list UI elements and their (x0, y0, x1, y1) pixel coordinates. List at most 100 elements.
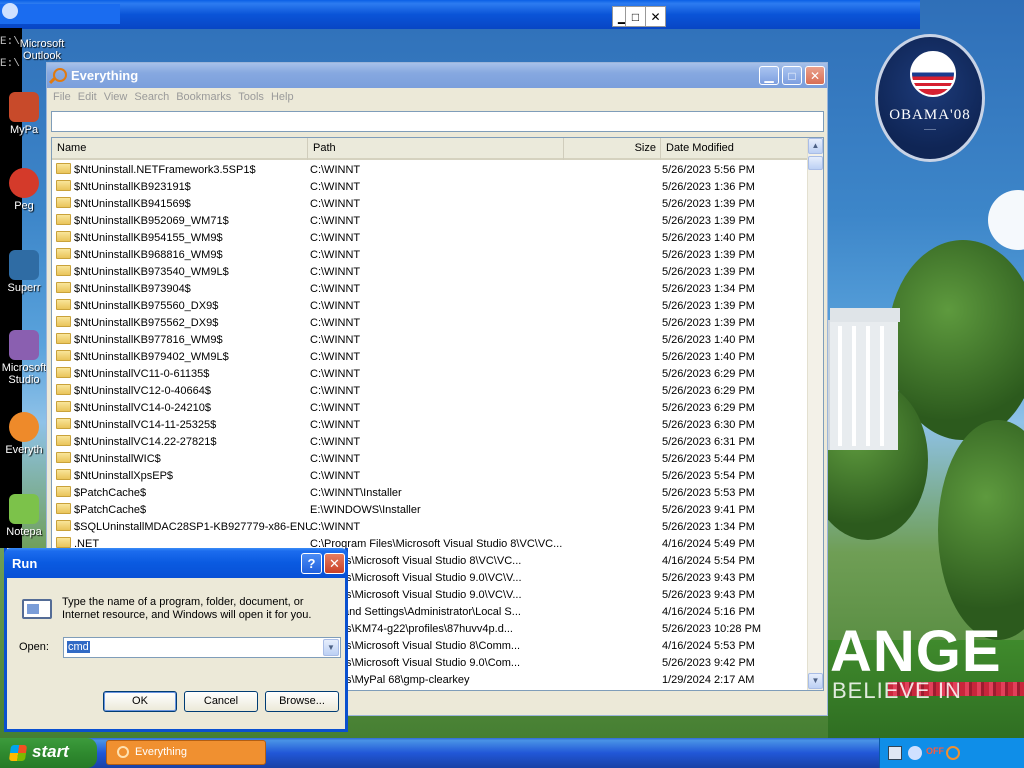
menu-file[interactable]: File (53, 88, 78, 108)
row-name-cell: $NtUninstallVC12-0-40664$ (56, 383, 311, 400)
table-row[interactable]: $NtUninstallVC12-0-40664$ C:\WINNT 5/26/20… (52, 383, 809, 400)
back-arrow-icon[interactable] (2, 3, 18, 19)
desktop-icon-visual-studio[interactable]: Microsoft Studio (0, 330, 48, 386)
table-row[interactable]: $NtUninstall.NETFramework3.5SP1$ C:\WINNT… (52, 162, 809, 179)
table-row[interactable]: $PatchCache$ E:\WINDOWS\Installer 5/26/202… (52, 502, 809, 519)
close-button[interactable]: ✕ (324, 553, 345, 574)
folder-icon (56, 469, 71, 480)
scroll-up-button[interactable]: ▲ (808, 138, 823, 154)
desktop-icon-everything[interactable]: Everyth (0, 412, 48, 456)
row-name: $NtUninstallXpsEP$ (74, 470, 174, 482)
menu-view[interactable]: View (104, 88, 135, 108)
back-arrow-icon[interactable] (908, 746, 922, 760)
table-row[interactable]: $NtUninstallKB941569$ C:\WINNT 5/26/2023 1… (52, 196, 809, 213)
column-header-name[interactable]: Name (52, 138, 308, 160)
everything-titlebar[interactable]: Everything ▁ □ ✕ (47, 63, 827, 88)
row-date-modified: 5/26/2023 5:53 PM (662, 487, 755, 499)
vertical-scrollbar[interactable]: ▲ ▼ (807, 138, 823, 690)
row-name: $NtUninstallKB975562_DX9$ (74, 317, 219, 329)
close-button[interactable]: ✕ (645, 6, 666, 27)
desktop-icon-pegasus[interactable]: Peg (0, 168, 48, 212)
table-row[interactable]: $NtUninstallKB979402_WM9L$ C:\WINNT 5/26/2… (52, 349, 809, 366)
close-button[interactable]: ✕ (805, 66, 825, 85)
table-row[interactable]: $NtUninstallKB975562_DX9$ C:\WINNT 5/26/20… (52, 315, 809, 332)
row-name-cell: $NtUninstallWIC$ (56, 451, 311, 468)
run-dialog-titlebar[interactable]: Run ? ✕ (4, 548, 348, 578)
maximize-button[interactable]: □ (625, 6, 646, 27)
open-combobox[interactable]: cmd ▼ (63, 637, 341, 658)
row-name-cell: $NtUninstallKB979402_WM9L$ (56, 349, 311, 366)
table-row[interactable]: $NtUninstallKB954155_WM9$ C:\WINNT 5/26/20… (52, 230, 809, 247)
table-row[interactable]: $NtUninstallVC14.22-27821$ C:\WINNT 5/26/2… (52, 434, 809, 451)
folder-icon (56, 401, 71, 412)
ok-button[interactable]: OK (103, 691, 177, 712)
cancel-button[interactable]: Cancel (184, 691, 258, 712)
windows-logo-icon (8, 745, 28, 761)
row-name: $PatchCache$ (74, 487, 147, 499)
table-row[interactable]: $NtUninstallXpsEP$ C:\WINNT 5/26/2023 5:54… (52, 468, 809, 485)
table-row[interactable]: $NtUninstallVC14-11-25325$ C:\WINNT 5/26/2… (52, 417, 809, 434)
row-name: $NtUninstallWIC$ (74, 453, 161, 465)
row-name: $NtUninstallVC11-0-61135$ (74, 368, 210, 380)
wallpaper-subheadline: BELIEVE IN (832, 678, 962, 703)
start-button[interactable]: start (0, 738, 97, 768)
browse-button[interactable]: Browse... (265, 691, 339, 712)
desktop-icon-label: MyPa (9, 124, 39, 136)
table-row[interactable]: $NtUninstallKB975560_DX9$ C:\WINNT 5/26/20… (52, 298, 809, 315)
maximize-button[interactable]: □ (782, 66, 802, 85)
row-name-cell: $NtUninstallKB975562_DX9$ (56, 315, 311, 332)
everything-search-icon[interactable] (946, 746, 960, 760)
row-date-modified: 5/26/2023 10:28 PM (662, 623, 762, 635)
desktop-icon-outlook[interactable]: Microsoft Outlook (18, 38, 66, 62)
tray-off-indicator[interactable]: OFF (926, 746, 944, 756)
menu-tools[interactable]: Tools (238, 88, 271, 108)
keyboard-icon[interactable] (888, 746, 902, 760)
run-dialog: Run ? ✕ Type the name of a program, fold… (4, 548, 348, 732)
search-input[interactable] (51, 111, 824, 132)
table-row[interactable]: $NtUninstallKB973904$ C:\WINNT 5/26/2023 1… (52, 281, 809, 298)
column-header-path[interactable]: Path (308, 138, 564, 160)
scroll-down-button[interactable]: ▼ (808, 673, 823, 689)
folder-icon (56, 333, 71, 344)
window-title: Everything (71, 68, 139, 83)
menu-edit[interactable]: Edit (78, 88, 104, 108)
background-window-title-area (0, 4, 120, 24)
table-row[interactable]: $NtUninstallVC11-0-61135$ C:\WINNT 5/26/20… (52, 366, 809, 383)
table-row[interactable]: $NtUninstallKB973540_WM9L$ C:\WINNT 5/26/2… (52, 264, 809, 281)
row-path: C:\WINNT (310, 402, 361, 414)
scrollbar-thumb[interactable] (808, 156, 823, 170)
table-row[interactable]: $NtUninstallKB977816_WM9$ C:\WINNT 5/26/20… (52, 332, 809, 349)
column-header-size[interactable]: Size (564, 138, 661, 160)
table-row[interactable]: $NtUninstallVC14-0-24210$ C:\WINNT 5/26/20… (52, 400, 809, 417)
menu-search[interactable]: Search (134, 88, 176, 108)
table-row[interactable]: $NtUninstallKB968816_WM9$ C:\WINNT 5/26/20… (52, 247, 809, 264)
menu-help[interactable]: Help (271, 88, 301, 108)
logo-text: OBAMA'08 (889, 107, 971, 123)
table-row[interactable]: $SQLUninstallMDAC28SP1-KB927779-x86-ENU$… (52, 519, 809, 536)
table-row[interactable]: $PatchCache$ C:\WINNT\Installer 5/26/2023 … (52, 485, 809, 502)
pegasus-icon (9, 168, 39, 198)
row-name-cell: $NtUninstallXpsEP$ (56, 468, 311, 485)
help-button[interactable]: ? (301, 553, 322, 574)
folder-icon (56, 452, 71, 463)
menu-bookmarks[interactable]: Bookmarks (176, 88, 238, 108)
chevron-down-icon[interactable]: ▼ (323, 639, 339, 656)
desktop-icon-super[interactable]: Superr (0, 250, 48, 294)
row-name-cell: $PatchCache$ (56, 485, 311, 502)
table-row[interactable]: $NtUninstallKB952069_WM71$ C:\WINNT 5/26/2… (52, 213, 809, 230)
open-input-value[interactable]: cmd (67, 641, 90, 653)
desktop-icon-mypal[interactable]: MyPa (0, 92, 48, 136)
table-row[interactable]: $NtUninstallWIC$ C:\WINNT 5/26/2023 5:44 P… (52, 451, 809, 468)
row-path: C:\WINNT (310, 249, 361, 261)
taskbar-item-everything[interactable]: Everything (106, 740, 266, 765)
row-path: C:\WINNT (310, 521, 361, 533)
folder-icon (56, 520, 71, 531)
minimize-button[interactable]: ▁ (759, 66, 779, 85)
row-name-cell: $NtUninstallVC11-0-61135$ (56, 366, 311, 383)
row-path: C:\WINNT\Installer (310, 487, 402, 499)
folder-icon (56, 231, 71, 242)
column-header-date-modified[interactable]: Date Modified (661, 138, 809, 160)
row-name: $NtUninstall.NETFramework3.5SP1$ (74, 164, 256, 176)
desktop-icon-notepad[interactable]: Notepa (0, 494, 48, 538)
table-row[interactable]: $NtUninstallKB923191$ C:\WINNT 5/26/2023 1… (52, 179, 809, 196)
